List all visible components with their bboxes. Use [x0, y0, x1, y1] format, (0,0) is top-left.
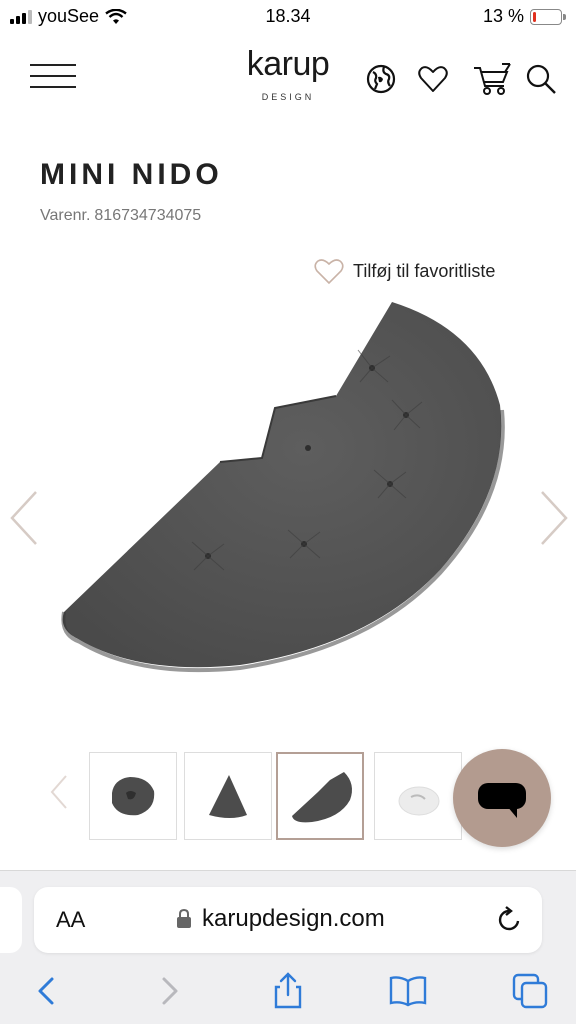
product-title: MINI NIDO [40, 158, 223, 191]
sku-label: Varenr. [40, 207, 91, 224]
thumbnail-item-active[interactable] [276, 752, 364, 840]
globe-icon[interactable] [364, 62, 398, 96]
thumbnail-chair-image [112, 777, 155, 816]
tabs-icon[interactable] [510, 971, 550, 1011]
thumbnail-item[interactable] [374, 752, 462, 840]
thumbnail-cone-image [209, 775, 247, 818]
battery-icon [530, 8, 566, 25]
thumbnail-halfmoon-image [292, 772, 352, 823]
thumbnail-item[interactable] [89, 752, 177, 840]
chat-button[interactable] [453, 749, 551, 847]
back-icon[interactable] [26, 971, 66, 1011]
site-header: karup DESIGN [0, 34, 576, 120]
heart-outline-icon [314, 259, 344, 285]
battery-percent: 13 % [482, 6, 524, 26]
aa-label: AA [56, 907, 86, 932]
chat-icon-tail [507, 806, 517, 818]
thumbnail-light-image [398, 786, 440, 816]
sku-value: 816734734075 [94, 207, 202, 224]
battery-level [533, 11, 536, 22]
logo-wordmark: karup [246, 45, 330, 83]
cushion-body [62, 302, 502, 668]
url-field[interactable]: karupdesign.com [176, 905, 385, 933]
lock-icon [177, 909, 191, 928]
image-next-arrow[interactable] [532, 488, 572, 548]
status-bar: youSee 18.34 13 % [0, 0, 576, 34]
menu-icon[interactable] [30, 64, 78, 90]
thumbnail-item[interactable] [184, 752, 272, 840]
share-icon[interactable] [268, 971, 308, 1011]
browser-toolbar: AA karupdesign.com [0, 870, 576, 1024]
add-to-favorites-button[interactable]: Tilføj til favoritliste [313, 256, 495, 286]
thumbnail-prev-arrow[interactable] [48, 772, 72, 812]
product-sku: Varenr. 816734734075 [40, 207, 201, 225]
status-right: 13 % [482, 6, 566, 27]
search-icon[interactable] [524, 62, 558, 96]
karup-logo[interactable]: karup DESIGN [238, 44, 338, 102]
heart-icon[interactable] [416, 62, 450, 96]
product-image[interactable] [40, 290, 540, 710]
url-text: karupdesign.com [202, 905, 385, 932]
cart-icon[interactable] [472, 62, 512, 96]
forward-icon[interactable] [150, 971, 190, 1011]
logo-subtitle: DESIGN [261, 92, 315, 102]
previous-tab-preview[interactable] [0, 887, 22, 953]
reader-options-button[interactable]: AA [56, 907, 85, 933]
reload-icon[interactable] [494, 905, 524, 935]
chat-icon [478, 783, 526, 809]
favorites-label: Tilføj til favoritliste [353, 260, 496, 281]
bookmarks-icon[interactable] [388, 971, 428, 1011]
image-prev-arrow[interactable] [6, 488, 46, 548]
address-bar[interactable]: AA karupdesign.com [34, 887, 542, 953]
